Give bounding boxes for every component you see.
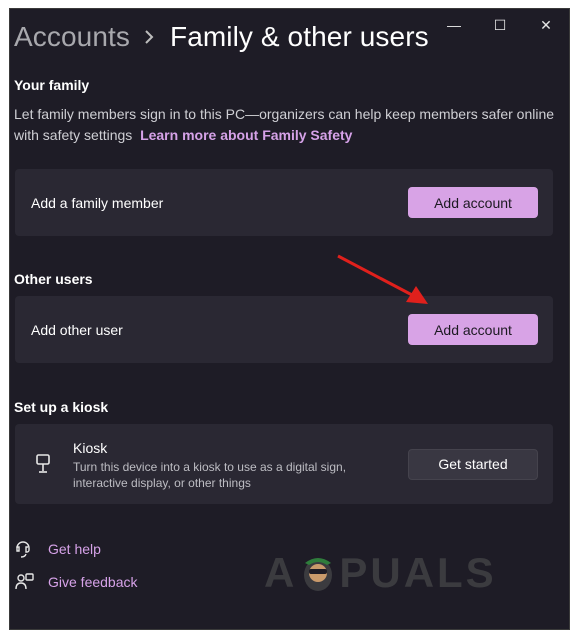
watermark-text-right: PUALS (339, 549, 497, 596)
page-title: Family & other users (169, 21, 429, 52)
feedback-icon (14, 572, 34, 592)
watermark-mascot-icon (304, 558, 333, 591)
chevron-right-icon (144, 29, 154, 45)
section-title-other-users: Other users (14, 271, 93, 287)
kiosk-get-started-button[interactable]: Get started (408, 448, 538, 480)
titlebar-controls: — ☐ ✕ (431, 9, 569, 41)
section-title-your-family: Your family (14, 77, 90, 93)
add-other-user-account-button[interactable]: Add account (408, 314, 538, 345)
give-feedback-label: Give feedback (48, 574, 138, 590)
watermark: A PUALS (264, 549, 497, 597)
add-family-account-button[interactable]: Add account (408, 187, 538, 218)
family-description: Let family members sign in to this PC—or… (14, 104, 559, 146)
settings-window: — ☐ ✕ Accounts Family & other users Your… (9, 8, 570, 630)
kiosk-card: Kiosk Turn this device into a kiosk to u… (15, 424, 553, 504)
kiosk-description: Turn this device into a kiosk to use as … (73, 460, 347, 490)
add-other-user-label: Add other user (31, 321, 123, 338)
kiosk-icon (33, 453, 55, 475)
get-help-link[interactable]: Get help (14, 539, 101, 559)
breadcrumb-accounts[interactable]: Accounts (14, 21, 130, 53)
minimize-button[interactable]: — (431, 9, 477, 41)
add-other-user-card: Add other user Add account (15, 296, 553, 363)
maximize-button[interactable]: ☐ (477, 9, 523, 41)
add-family-member-card: Add a family member Add account (15, 169, 553, 236)
add-family-member-label: Add a family member (31, 194, 164, 211)
breadcrumb: Accounts Family & other users (14, 21, 429, 53)
family-safety-link[interactable]: Learn more about Family Safety (140, 127, 352, 143)
kiosk-text: Kiosk Turn this device into a kiosk to u… (73, 440, 373, 491)
get-help-label: Get help (48, 541, 101, 557)
watermark-text-left: A (264, 549, 298, 596)
kiosk-title: Kiosk (73, 440, 108, 456)
section-title-kiosk: Set up a kiosk (14, 399, 109, 415)
give-feedback-link[interactable]: Give feedback (14, 572, 138, 592)
help-icon (14, 539, 34, 559)
close-button[interactable]: ✕ (523, 9, 569, 41)
